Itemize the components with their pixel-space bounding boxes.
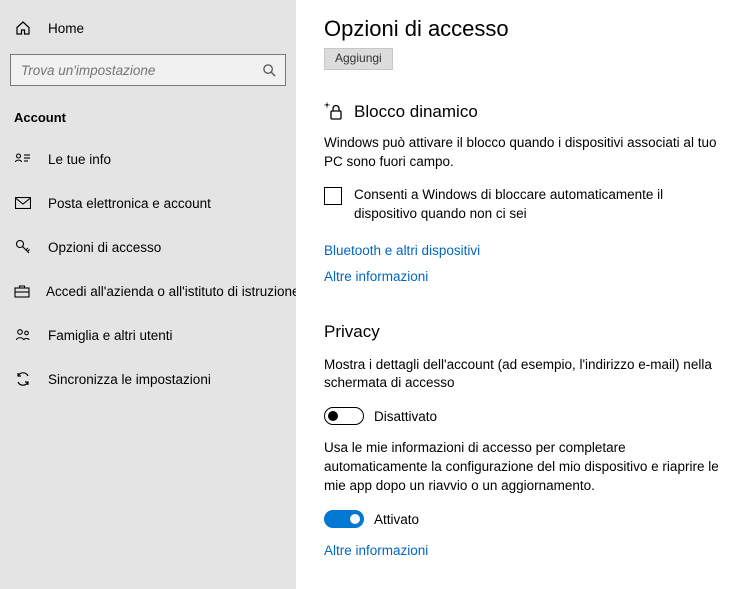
link-more-info-dl[interactable]: Altre informazioni [324,269,428,284]
sidebar-item-label: Le tue info [48,152,111,167]
sidebar-item-sync[interactable]: Sincronizza le impostazioni [0,357,296,401]
dynamic-lock-desc: Windows può attivare il blocco quando i … [324,134,720,172]
toggle-auto-signin[interactable] [324,510,364,528]
briefcase-icon [14,284,30,298]
sidebar-item-label: Accedi all'azienda o all'istituto di ist… [46,284,300,299]
key-icon [14,239,32,255]
add-button-clipped[interactable]: Aggiungi [324,48,393,70]
sidebar-item-work-school[interactable]: Accedi all'azienda o all'istituto di ist… [0,269,296,313]
mail-icon [14,197,32,209]
dynamic-lock-checkbox[interactable] [324,187,342,205]
nav-home[interactable]: Home [0,10,296,46]
sync-icon [14,371,32,387]
toggle-show-details[interactable] [324,407,364,425]
toggle-show-details-row: Disattivato [324,407,726,425]
privacy-heading: Privacy [324,322,726,342]
home-icon [14,20,32,36]
sidebar-section-title: Account [0,92,296,137]
search-wrap [0,46,296,92]
toggle-auto-signin-state: Attivato [374,512,419,527]
content: Opzioni di accesso Aggiungi Blocco dinam… [296,0,750,589]
link-bluetooth[interactable]: Bluetooth e altri dispositivi [324,243,480,258]
sidebar-item-family[interactable]: Famiglia e altri utenti [0,313,296,357]
nav-home-label: Home [48,21,84,36]
toggle-auto-signin-row: Attivato [324,510,726,528]
link-more-info-privacy[interactable]: Altre informazioni [324,543,428,558]
dynamic-lock-checkbox-label: Consenti a Windows di bloccare automatic… [354,186,724,224]
person-card-icon [14,152,32,166]
privacy-auto-signin-desc: Usa le mie informazioni di accesso per c… [324,439,720,496]
dynamic-lock-checkbox-row: Consenti a Windows di bloccare automatic… [324,186,726,224]
sidebar-item-label: Famiglia e altri utenti [48,328,173,343]
dynamic-lock-heading: Blocco dinamico [324,102,726,122]
sidebar-item-email[interactable]: Posta elettronica e account [0,181,296,225]
search-input[interactable] [11,63,253,78]
sidebar-item-label: Opzioni di accesso [48,240,161,255]
privacy-show-details-desc: Mostra i dettagli dell'account (ad esemp… [324,356,720,394]
sidebar-item-your-info[interactable]: Le tue info [0,137,296,181]
search-icon [253,63,285,78]
people-icon [14,328,32,342]
toggle-show-details-state: Disattivato [374,409,437,424]
sidebar-item-label: Sincronizza le impostazioni [48,372,211,387]
dynamic-lock-icon [324,102,344,122]
sidebar-item-label: Posta elettronica e account [48,196,211,211]
sidebar-item-sign-in-options[interactable]: Opzioni di accesso [0,225,296,269]
search-box[interactable] [10,54,286,86]
page-title: Opzioni di accesso [324,16,726,42]
dynamic-lock-heading-text: Blocco dinamico [354,102,478,122]
sidebar: Home Account Le tue info Posta elettroni… [0,0,296,589]
